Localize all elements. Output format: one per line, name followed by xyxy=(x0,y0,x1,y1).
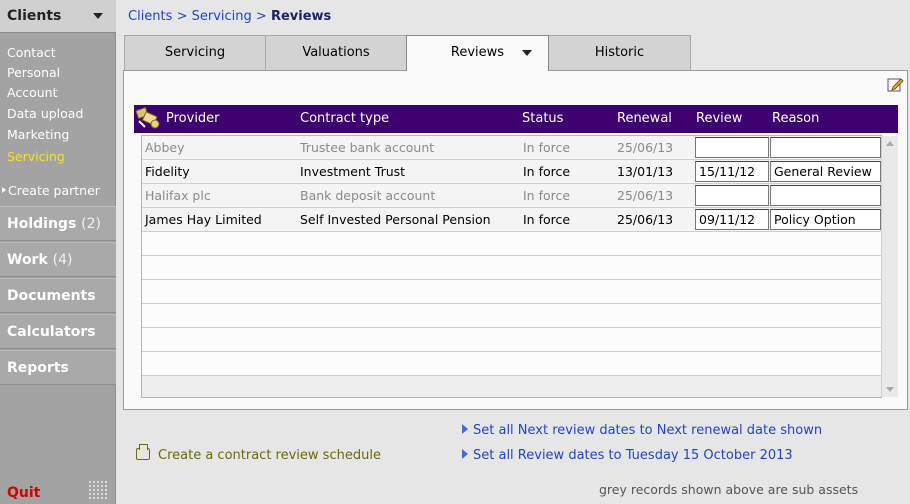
column-header-status[interactable]: Status xyxy=(522,111,563,126)
create-review-schedule-label: Create a contract review schedule xyxy=(158,448,381,463)
sidebar-item-data-upload[interactable]: Data upload xyxy=(7,106,83,121)
tab-valuations[interactable]: Valuations xyxy=(265,35,407,70)
provider-logo-icon xyxy=(135,106,160,129)
breadcrumb-current: Reviews xyxy=(270,9,332,24)
cell-status: In force xyxy=(523,188,571,203)
section-count: (2) xyxy=(81,216,101,232)
empty-table-row xyxy=(142,304,882,328)
cell-status: In force xyxy=(523,164,571,179)
breadcrumb-separator: > xyxy=(176,9,188,24)
scroll-up-icon[interactable] xyxy=(886,141,894,146)
cell-contract-type: Trustee bank account xyxy=(300,140,435,155)
column-header-contract-type[interactable]: Contract type xyxy=(300,111,389,126)
clients-menu-title: Clients xyxy=(7,8,62,24)
reason-input[interactable] xyxy=(770,161,881,182)
create-review-schedule-link[interactable]: Create a contract review schedule xyxy=(136,444,381,463)
sidebar-item-personal[interactable]: Personal xyxy=(7,65,60,80)
create-partner-label: Create partner xyxy=(8,183,100,198)
set-next-review-label: Set all Next review dates to Next renewa… xyxy=(473,423,823,438)
arrow-right-icon xyxy=(462,424,468,434)
vertical-scrollbar[interactable] xyxy=(881,136,898,397)
table-row[interactable]: James Hay Limited Self Invested Personal… xyxy=(142,208,882,232)
clients-menu-header[interactable]: Clients xyxy=(0,0,116,33)
empty-table-row xyxy=(142,256,882,280)
breadcrumb-servicing[interactable]: Servicing xyxy=(192,9,252,24)
section-label: Reports xyxy=(7,360,69,376)
chevron-down-icon[interactable] xyxy=(522,50,532,56)
cell-provider: Fidelity xyxy=(145,164,190,179)
cell-status: In force xyxy=(523,212,571,227)
empty-table-row xyxy=(142,280,882,304)
cell-provider: Halifax plc xyxy=(145,188,211,203)
breadcrumb: Clients > Servicing > Reviews xyxy=(128,9,331,24)
section-label: Work xyxy=(7,252,48,268)
breadcrumb-separator: > xyxy=(255,9,267,24)
sidebar-item-account[interactable]: Account xyxy=(7,85,57,100)
set-review-dates-link[interactable]: Set all Review dates to Tuesday 15 Octob… xyxy=(462,448,793,463)
section-count: (4) xyxy=(52,252,73,268)
cell-contract-type: Bank deposit account xyxy=(300,188,436,203)
column-header-review[interactable]: Review xyxy=(696,111,742,126)
empty-table-row xyxy=(142,352,882,376)
table-row[interactable]: Fidelity Investment Trust In force 13/01… xyxy=(142,160,882,184)
reviews-panel: Provider Contract type Status Renewal Re… xyxy=(123,70,908,410)
cell-provider: Abbey xyxy=(145,140,185,155)
cell-renewal: 13/01/13 xyxy=(617,164,674,179)
create-partner-link[interactable]: Create partner xyxy=(2,183,100,198)
breadcrumb-clients[interactable]: Clients xyxy=(128,9,172,24)
reason-input[interactable] xyxy=(770,137,881,158)
sidebar-item-marketing[interactable]: Marketing xyxy=(7,127,69,142)
review-date-input[interactable] xyxy=(695,137,769,158)
printer-icon xyxy=(136,444,150,460)
cell-renewal: 25/06/13 xyxy=(617,188,674,203)
edit-icon[interactable] xyxy=(887,76,904,93)
section-label: Holdings xyxy=(7,216,77,232)
cell-contract-type: Self Invested Personal Pension xyxy=(300,212,491,227)
tab-historic[interactable]: Historic xyxy=(548,35,691,70)
arrow-right-icon xyxy=(462,449,468,459)
sidebar-item-contact[interactable]: Contact xyxy=(7,45,56,60)
sidebar-section-documents[interactable]: Documents xyxy=(0,278,116,313)
sub-assets-note: grey records shown above are sub assets xyxy=(599,482,859,497)
cell-contract-type: Investment Trust xyxy=(300,164,406,179)
cell-status: In force xyxy=(523,140,571,155)
chevron-down-icon[interactable] xyxy=(93,13,103,19)
empty-table-row xyxy=(142,232,882,256)
reason-input[interactable] xyxy=(770,209,881,230)
set-next-review-link[interactable]: Set all Next review dates to Next renewa… xyxy=(462,423,822,438)
triangle-right-icon xyxy=(2,187,6,193)
empty-table-row xyxy=(142,328,882,352)
column-header-reason[interactable]: Reason xyxy=(772,111,819,126)
scroll-down-icon[interactable] xyxy=(886,387,894,392)
sidebar-section-holdings[interactable]: Holdings (2) xyxy=(0,206,116,241)
sidebar-item-servicing[interactable]: Servicing xyxy=(7,149,65,164)
review-date-input[interactable] xyxy=(695,185,769,206)
sidebar-section-calculators[interactable]: Calculators xyxy=(0,314,116,349)
set-review-dates-label: Set all Review dates to Tuesday 15 Octob… xyxy=(473,448,793,463)
sidebar: Clients Contact Personal Account Data up… xyxy=(0,0,116,504)
reviews-table-body: Abbey Trustee bank account In force 25/0… xyxy=(141,135,898,398)
column-header-renewal[interactable]: Renewal xyxy=(617,111,672,126)
table-row[interactable]: Abbey Trustee bank account In force 25/0… xyxy=(142,136,882,160)
reason-input[interactable] xyxy=(770,185,881,206)
cell-renewal: 25/06/13 xyxy=(617,140,674,155)
tab-reviews[interactable]: Reviews xyxy=(406,35,549,71)
tab-reviews-label: Reviews xyxy=(450,45,505,60)
section-label: Documents xyxy=(7,288,96,304)
table-row[interactable]: Halifax plc Bank deposit account In forc… xyxy=(142,184,882,208)
review-date-input[interactable] xyxy=(695,209,769,230)
column-header-provider[interactable]: Provider xyxy=(166,111,220,126)
section-label: Calculators xyxy=(7,324,96,340)
review-date-input[interactable] xyxy=(695,161,769,182)
cell-provider: James Hay Limited xyxy=(145,212,262,227)
tab-servicing[interactable]: Servicing xyxy=(124,35,266,70)
sidebar-section-reports[interactable]: Reports xyxy=(0,350,116,385)
table-header: Provider Contract type Status Renewal Re… xyxy=(134,105,898,133)
resize-grip-icon[interactable] xyxy=(88,480,108,500)
sidebar-section-work[interactable]: Work (4) xyxy=(0,242,116,277)
quit-button[interactable]: Quit xyxy=(7,485,40,501)
cell-renewal: 25/06/13 xyxy=(617,212,674,227)
